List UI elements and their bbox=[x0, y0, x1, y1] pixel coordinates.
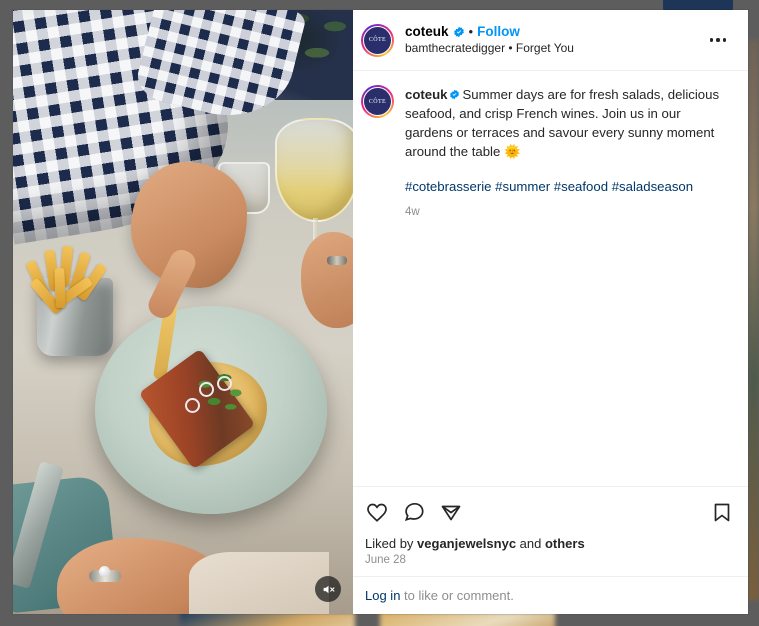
muted-speaker-icon bbox=[323, 585, 334, 593]
photo-onion-ring bbox=[185, 398, 200, 413]
post-caption-section: CÔTE coteuk Summer days are for fresh sal… bbox=[353, 71, 748, 486]
backdrop-thumbnail-right bbox=[380, 612, 555, 626]
post-date: June 28 bbox=[365, 554, 406, 566]
avatar-label: CÔTE bbox=[363, 25, 392, 55]
caption-avatar[interactable]: CÔTE bbox=[361, 85, 394, 118]
caption-avatar-label: CÔTE bbox=[363, 87, 392, 116]
photo-wine-glass bbox=[275, 118, 353, 222]
caption-hashtags[interactable]: #cotebrasserie #summer #seafood #saladse… bbox=[405, 177, 727, 196]
audio-attribution[interactable]: bamthecratedigger • Forget You bbox=[405, 41, 574, 57]
more-options-icon bbox=[709, 38, 713, 42]
liked-by-suffix: and bbox=[516, 536, 545, 551]
post-info-panel: CÔTE coteuk • Follow bamthecratedigger •… bbox=[353, 10, 748, 614]
verified-badge-icon bbox=[453, 26, 464, 37]
save-button[interactable] bbox=[710, 500, 734, 524]
post-header: CÔTE coteuk • Follow bamthecratedigger •… bbox=[353, 10, 748, 71]
follow-button[interactable]: Follow bbox=[477, 23, 520, 41]
photo-ring-right-hand bbox=[327, 256, 347, 265]
liked-by-others[interactable]: others bbox=[545, 536, 585, 551]
comment-bubble-icon bbox=[404, 502, 424, 522]
mute-toggle-button[interactable] bbox=[315, 576, 341, 602]
liked-by-prefix: Liked by bbox=[365, 536, 418, 551]
caption-text: coteuk Summer days are for fresh salads, … bbox=[405, 85, 727, 220]
photo-ring-gem bbox=[99, 566, 110, 577]
more-options-icon bbox=[722, 38, 726, 42]
header-text-block: coteuk • Follow bamthecratedigger • Forg… bbox=[405, 23, 574, 58]
login-link[interactable]: Log in bbox=[365, 588, 400, 603]
instagram-post-modal: CÔTE coteuk • Follow bamthecratedigger •… bbox=[13, 10, 748, 614]
verified-badge-icon bbox=[449, 89, 459, 100]
action-button-row bbox=[365, 497, 734, 527]
action-icons-group bbox=[365, 500, 463, 524]
share-button[interactable] bbox=[439, 500, 463, 524]
photo-fries bbox=[25, 232, 129, 315]
share-paper-plane-icon bbox=[441, 505, 461, 521]
login-prompt-rest: to like or comment. bbox=[400, 588, 514, 603]
post-photo bbox=[13, 10, 353, 614]
header-username-row: coteuk • Follow bbox=[405, 23, 574, 41]
photo-onion-ring bbox=[199, 382, 214, 397]
liked-by-username[interactable]: veganjewelsnyc bbox=[417, 536, 516, 551]
backdrop-thumbnail-left bbox=[180, 612, 355, 626]
heart-icon bbox=[367, 503, 387, 522]
more-options-icon bbox=[716, 38, 720, 42]
avatar[interactable]: CÔTE bbox=[361, 23, 394, 57]
photo-onion-ring bbox=[217, 376, 232, 391]
like-button[interactable] bbox=[365, 500, 389, 524]
post-media[interactable] bbox=[13, 10, 353, 614]
post-author-username[interactable]: coteuk bbox=[405, 23, 449, 41]
caption-row: CÔTE coteuk Summer days are for fresh sal… bbox=[361, 85, 734, 220]
caption-relative-time: 4w bbox=[405, 205, 420, 218]
liked-by-text: Liked by veganjewelsnyc and others bbox=[365, 536, 734, 551]
header-separator: • bbox=[468, 24, 474, 39]
photo-knit-sleeve bbox=[189, 552, 329, 614]
backdrop-thumbnail-far-right bbox=[748, 40, 759, 600]
login-prompt: Log in to like or comment. bbox=[353, 576, 748, 614]
caption-username[interactable]: coteuk bbox=[405, 87, 448, 102]
post-actions-section: Liked by veganjewelsnyc and others June … bbox=[353, 486, 748, 576]
comment-button[interactable] bbox=[402, 500, 426, 524]
more-options-button[interactable] bbox=[702, 34, 735, 46]
bookmark-icon bbox=[714, 503, 730, 522]
